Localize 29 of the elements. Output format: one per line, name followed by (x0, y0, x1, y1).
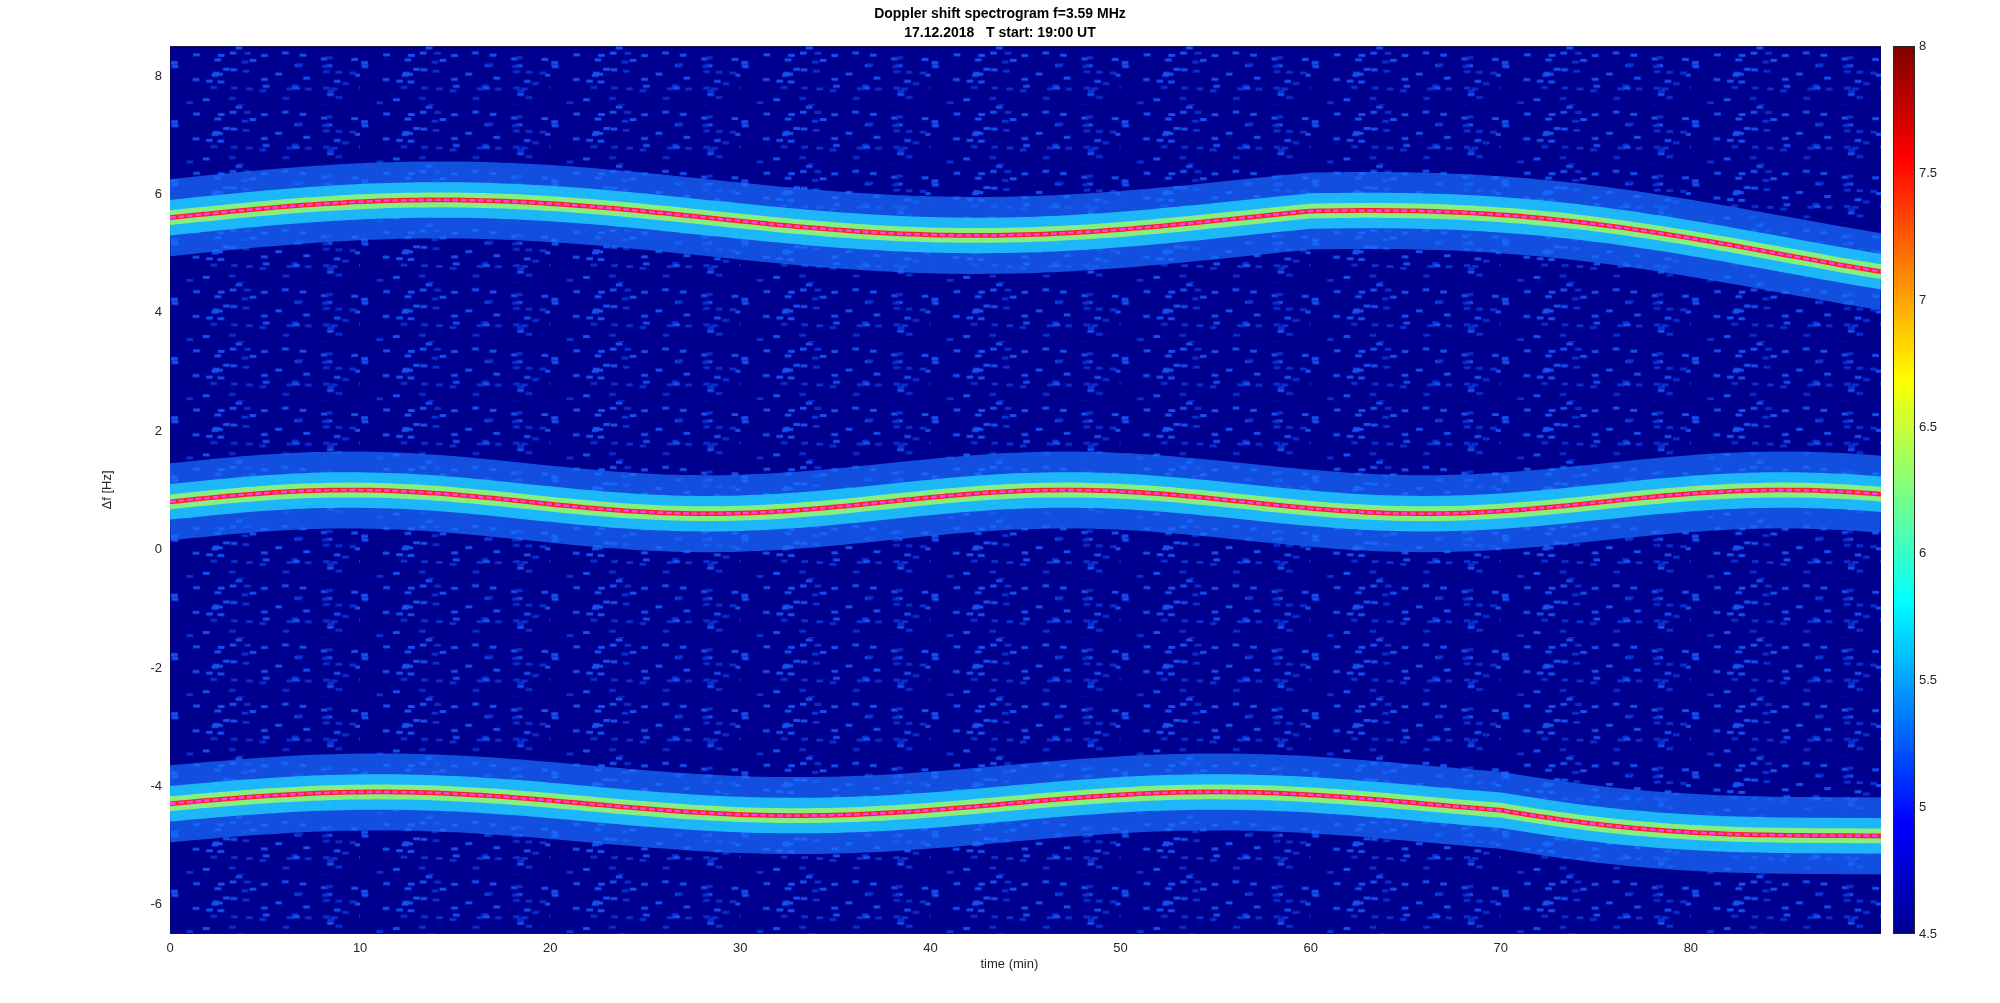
axis-tick-label: -4 (150, 778, 162, 793)
axis-label: Δf [Hz] (99, 470, 114, 510)
axis-tick-label: 0 (166, 940, 174, 955)
axis-tick-label: 8 (154, 67, 162, 83)
axis-tick-label: 6 (154, 186, 162, 201)
colorbar-tick-label: 6 (1919, 545, 1927, 561)
axis-tick-label: 60 (1303, 940, 1318, 955)
colorbar-tick-label: 8 (1919, 38, 1927, 53)
axis-tick-label: 50 (1113, 940, 1128, 955)
axis-label: time (min) (980, 956, 1039, 971)
axis-tick-label: -2 (150, 659, 162, 675)
axis-tick-label: 30 (733, 940, 748, 955)
colorbar-tick-label: 6.5 (1919, 418, 1938, 434)
colorbar-tick-label: 7.5 (1919, 164, 1938, 180)
axis-tick-label: 4 (154, 304, 162, 320)
colorbar-tick-label: 4.5 (1919, 926, 1938, 941)
axis-tick-label: 70 (1493, 940, 1508, 955)
axis-tick-label: -6 (150, 896, 162, 912)
colorbar-tick-label: 5 (1919, 799, 1927, 815)
colorbar-tick-label: 7 (1919, 291, 1927, 307)
axis-tick-label: 20 (543, 940, 558, 955)
chart-title: 17.12.2018 T start: 19:00 UT (904, 23, 1096, 42)
axis-tick-label: 40 (923, 940, 938, 955)
chart-title: Doppler shift spectrogram f=3.59 MHz (874, 4, 1126, 23)
axis-tick-label: 2 (154, 422, 162, 438)
axis-tick-label: 10 (352, 940, 368, 955)
colorbar-tick-label: 5.5 (1919, 672, 1938, 688)
axis-tick-label: 80 (1683, 940, 1699, 955)
axis-tick-label: 0 (154, 541, 162, 557)
